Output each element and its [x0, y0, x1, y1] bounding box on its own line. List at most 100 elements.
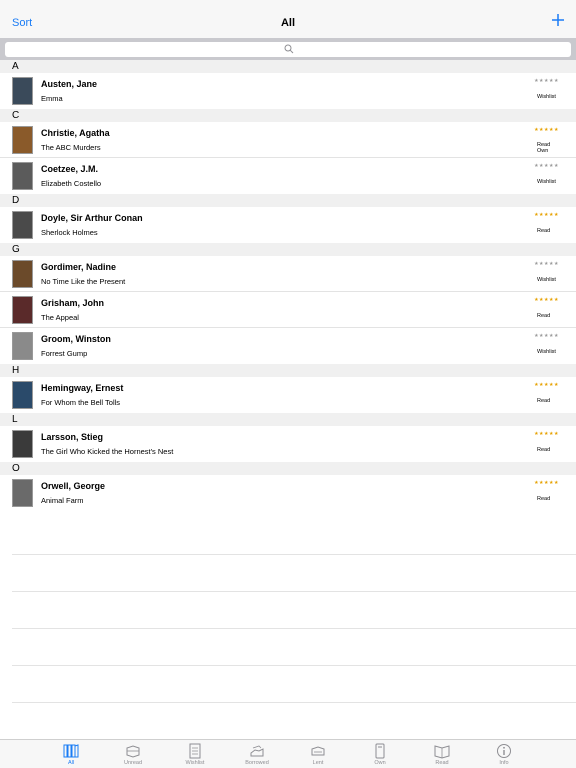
- tab-wishlist[interactable]: Wishlist: [175, 740, 215, 768]
- book-cover: [12, 126, 33, 154]
- book-author: Hemingway, Ernest: [41, 383, 124, 393]
- empty-row: [12, 555, 576, 592]
- book-row[interactable]: Coetzee, J.M. Elizabeth Costello ★★★★★ Wish…: [0, 158, 576, 194]
- book-row[interactable]: Doyle, Sir Arthur Conan Sherlock Holmes ★★…: [0, 207, 576, 243]
- lent-icon: [311, 746, 325, 756]
- section-header: D: [0, 194, 576, 207]
- book-cover: [12, 479, 33, 507]
- rating-stars: ★★★★★: [534, 297, 559, 303]
- rating-stars: ★★★★★: [534, 382, 559, 388]
- book-status: Wishlist: [537, 277, 556, 283]
- tab-label: Lent: [312, 760, 324, 766]
- book-status: Read Own: [537, 142, 550, 154]
- empty-row: [12, 592, 576, 629]
- tab-label: Unread: [123, 760, 143, 766]
- rating-stars: ★★★★★: [534, 127, 559, 133]
- book-status: Read: [537, 496, 550, 502]
- tab-lent[interactable]: Lent: [298, 740, 338, 768]
- rating-stars: ★★★★★: [534, 212, 559, 218]
- book-cover: [12, 381, 33, 409]
- book-status: Read: [537, 228, 550, 234]
- status-label: Read: [537, 313, 551, 319]
- add-book-button[interactable]: [550, 12, 566, 28]
- status-label: Read: [537, 398, 551, 404]
- book-row[interactable]: Orwell, George Animal Farm ★★★★★ Read: [0, 475, 576, 511]
- book-title: Forrest Gump: [41, 349, 88, 358]
- tab-bar: All Unread Wishlist Borrowed Lent Own Read Info: [0, 739, 576, 768]
- section-header: L: [0, 413, 576, 426]
- book-author: Austen, Jane: [41, 79, 98, 89]
- section-header: G: [0, 243, 576, 256]
- book-status: Read: [537, 447, 550, 453]
- status-label: Read: [537, 496, 551, 502]
- tab-all[interactable]: All: [51, 740, 91, 768]
- book-author: Grisham, John: [41, 298, 105, 308]
- page-title: All: [280, 17, 296, 29]
- book-cover: [12, 260, 33, 288]
- section-header: O: [0, 462, 576, 475]
- rating-stars: ★★★★★: [534, 431, 559, 437]
- book-author: Groom, Winston: [41, 334, 111, 344]
- tab-own[interactable]: Own: [360, 740, 400, 768]
- status-label: Own: [537, 148, 549, 154]
- book-title: Animal Farm: [41, 496, 84, 505]
- book-cover: [12, 77, 33, 105]
- book-status: Wishlist: [537, 179, 556, 185]
- empty-rows: [12, 518, 576, 703]
- book-title: No Time Like the Present: [41, 277, 126, 286]
- book-author: Gordimer, Nadine: [41, 262, 117, 272]
- rating-stars: ★★★★★: [534, 78, 559, 84]
- section-header: C: [0, 109, 576, 122]
- book-row[interactable]: Christie, Agatha The ABC Murders ★★★★★ Read…: [0, 122, 576, 158]
- rating-stars: ★★★★★: [534, 480, 559, 486]
- tab-unread[interactable]: Unread: [113, 740, 153, 768]
- book-author: Christie, Agatha: [41, 128, 110, 138]
- status-label: Wishlist: [537, 94, 556, 100]
- empty-row: [12, 666, 576, 703]
- rating-stars: ★★★★★: [534, 333, 559, 339]
- unread-icon: [126, 745, 140, 758]
- book-row[interactable]: Hemingway, Ernest For Whom the Bell Tolls…: [0, 377, 576, 413]
- status-label: Read: [537, 447, 551, 453]
- tab-borrowed[interactable]: Borrowed: [237, 740, 277, 768]
- book-title: For Whom the Bell Tolls: [41, 398, 121, 407]
- book-cover: [12, 162, 33, 190]
- book-author: Orwell, George: [41, 481, 106, 491]
- book-title: Emma: [41, 94, 63, 103]
- book-title: The Appeal: [41, 313, 79, 322]
- status-label: Wishlist: [537, 349, 556, 355]
- book-row[interactable]: Grisham, John The Appeal ★★★★★ Read: [0, 292, 576, 328]
- book-author: Larsson, Stieg: [41, 432, 104, 442]
- read-icon: [434, 745, 450, 759]
- rating-stars: ★★★★★: [534, 163, 559, 169]
- status-label: Wishlist: [537, 277, 556, 283]
- tab-label: Own: [374, 760, 386, 766]
- search-input[interactable]: [5, 42, 571, 57]
- rating-stars: ★★★★★: [534, 261, 559, 267]
- book-cover: [12, 211, 33, 239]
- section-header: H: [0, 364, 576, 377]
- book-status: Wishlist: [537, 94, 556, 100]
- status-label: Wishlist: [537, 179, 556, 185]
- book-row[interactable]: Gordimer, Nadine No Time Like the Present…: [0, 256, 576, 292]
- search-icon: [284, 44, 294, 54]
- book-row[interactable]: Austen, Jane Emma ★★★★★ Wishlist: [0, 73, 576, 109]
- book-row[interactable]: Larsson, Stieg The Girl Who Kicked the Ho…: [0, 426, 576, 462]
- tab-label: Info: [499, 760, 509, 766]
- tab-label: All: [67, 760, 75, 766]
- book-status: Read: [537, 398, 550, 404]
- book-author: Doyle, Sir Arthur Conan: [41, 213, 143, 223]
- tab-info[interactable]: Info: [484, 740, 524, 768]
- library-icon: [63, 744, 79, 758]
- book-status: Read: [537, 313, 550, 319]
- info-icon: [497, 744, 511, 758]
- tab-read[interactable]: Read: [422, 740, 462, 768]
- book-list: A Austen, Jane Emma ★★★★★ Wishlist C Christie,…: [0, 60, 576, 511]
- book-title: The ABC Murders: [41, 143, 101, 152]
- book-title: Sherlock Holmes: [41, 228, 98, 237]
- tab-label: Read: [435, 760, 449, 766]
- wishlist-icon: [189, 743, 201, 759]
- book-cover: [12, 430, 33, 458]
- tab-label: Borrowed: [245, 760, 269, 766]
- book-row[interactable]: Groom, Winston Forrest Gump ★★★★★ Wishlist: [0, 328, 576, 364]
